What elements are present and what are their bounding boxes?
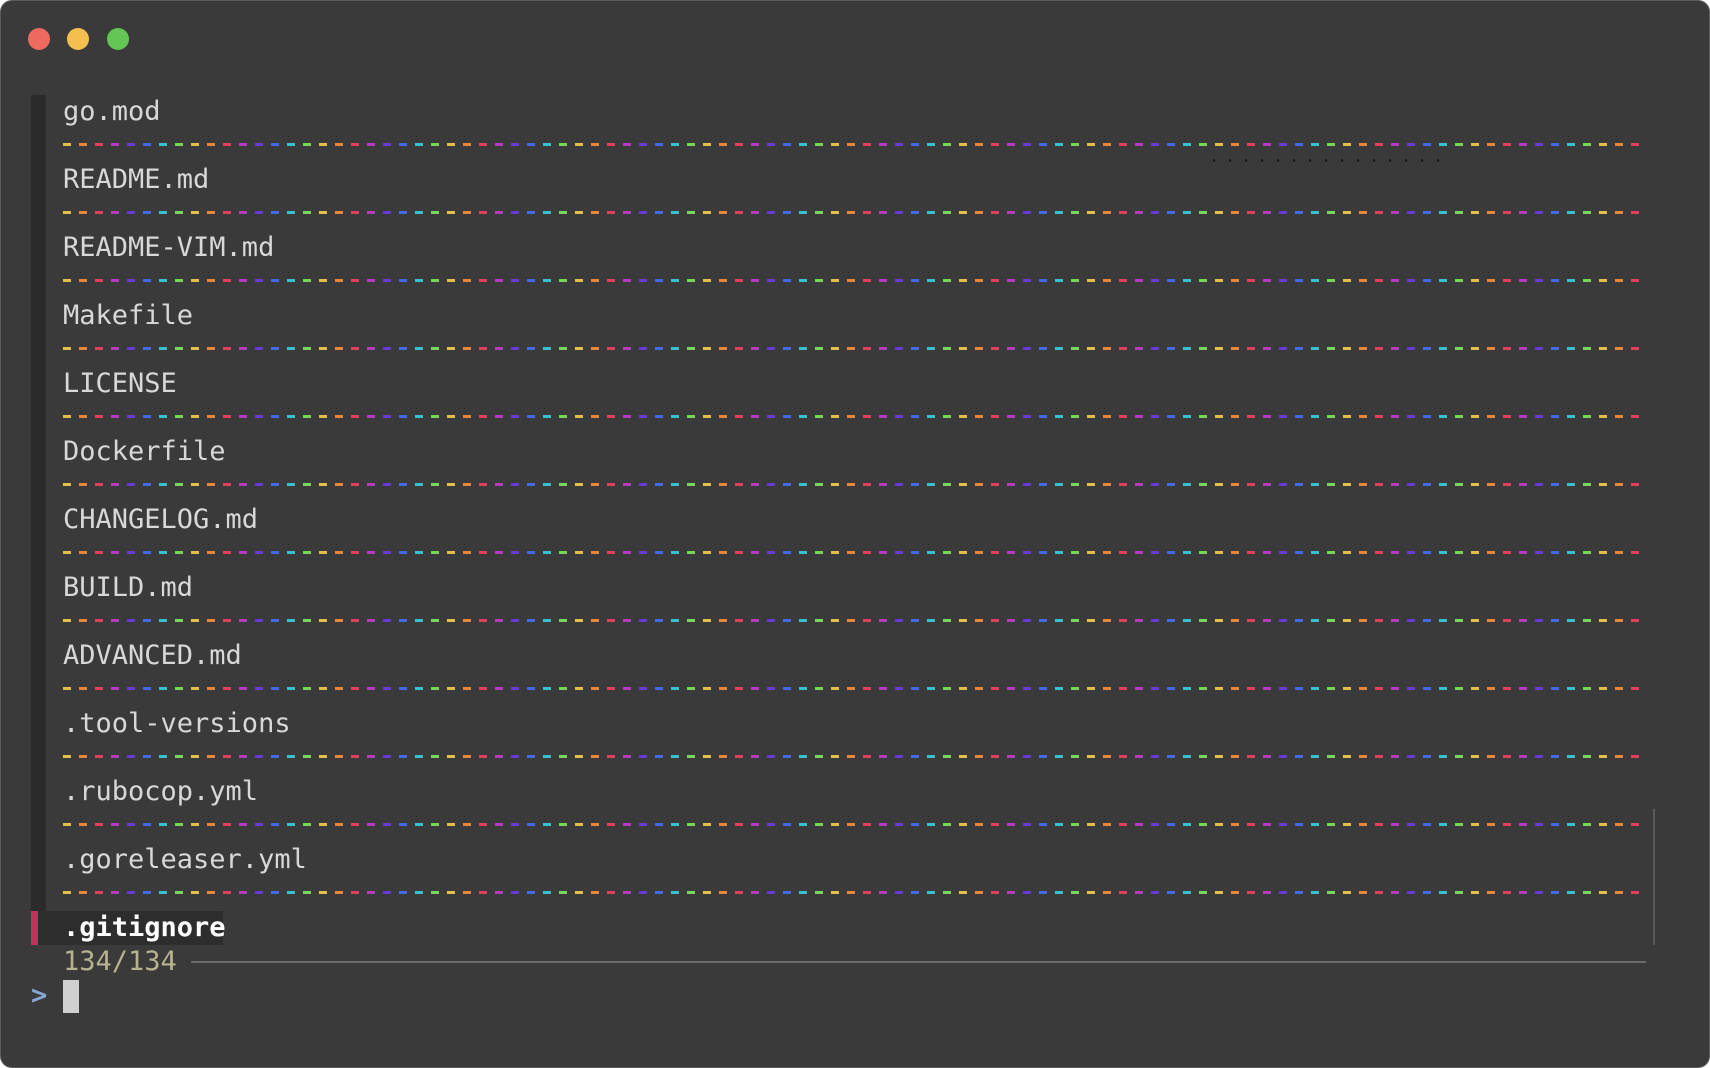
list-item[interactable]: README.md (63, 163, 1643, 231)
file-name: BUILD.md (63, 572, 194, 603)
info-separator (191, 961, 1646, 963)
file-name: Dockerfile (63, 436, 226, 467)
selection-pointer (31, 911, 38, 945)
item-separator (63, 551, 1643, 554)
item-separator (63, 823, 1643, 826)
list-gutter (31, 95, 46, 943)
item-separator (63, 211, 1643, 214)
file-name: LICENSE (63, 368, 177, 399)
scrollbar[interactable] (1653, 809, 1655, 945)
file-name: README.md (63, 164, 210, 195)
file-name: Makefile (63, 300, 194, 331)
list-item[interactable]: .goreleaser.yml (63, 843, 1643, 911)
file-name: go.mod (63, 96, 161, 127)
list-item[interactable]: ADVANCED.md (63, 639, 1643, 707)
list-item[interactable]: BUILD.md (63, 571, 1643, 639)
file-name: README-VIM.md (63, 232, 275, 263)
item-separator (63, 687, 1643, 690)
list-item[interactable]: README-VIM.md (63, 231, 1643, 299)
close-window-button[interactable] (28, 28, 50, 50)
item-separator (63, 347, 1643, 350)
file-list: go.mod README.md README-VIM.md Makefile … (63, 95, 1643, 911)
prompt-symbol: > (31, 980, 48, 1011)
list-item[interactable]: Dockerfile (63, 435, 1643, 503)
item-separator (63, 755, 1643, 758)
file-name: .tool-versions (63, 708, 291, 739)
item-separator (63, 279, 1643, 282)
match-count: 134/134 (63, 946, 177, 977)
item-separator (63, 483, 1643, 486)
zoom-window-button[interactable] (107, 28, 129, 50)
file-name: .rubocop.yml (63, 776, 259, 807)
query-input[interactable] (63, 980, 79, 1013)
file-name: .goreleaser.yml (63, 844, 307, 875)
selected-file-name: .gitignore (63, 912, 226, 943)
list-item[interactable]: LICENSE (63, 367, 1643, 435)
item-separator (63, 143, 1643, 146)
list-item[interactable]: Makefile (63, 299, 1643, 367)
item-separator (63, 619, 1643, 622)
minimize-window-button[interactable] (67, 28, 89, 50)
item-separator (63, 891, 1643, 894)
list-item[interactable]: go.mod (63, 95, 1643, 163)
file-name: ADVANCED.md (63, 640, 242, 671)
terminal-window: go.mod README.md README-VIM.md Makefile … (0, 0, 1710, 1068)
item-separator (63, 415, 1643, 418)
file-name: CHANGELOG.md (63, 504, 259, 535)
list-item[interactable]: .rubocop.yml (63, 775, 1643, 843)
list-item[interactable]: .tool-versions (63, 707, 1643, 775)
list-item[interactable]: CHANGELOG.md (63, 503, 1643, 571)
